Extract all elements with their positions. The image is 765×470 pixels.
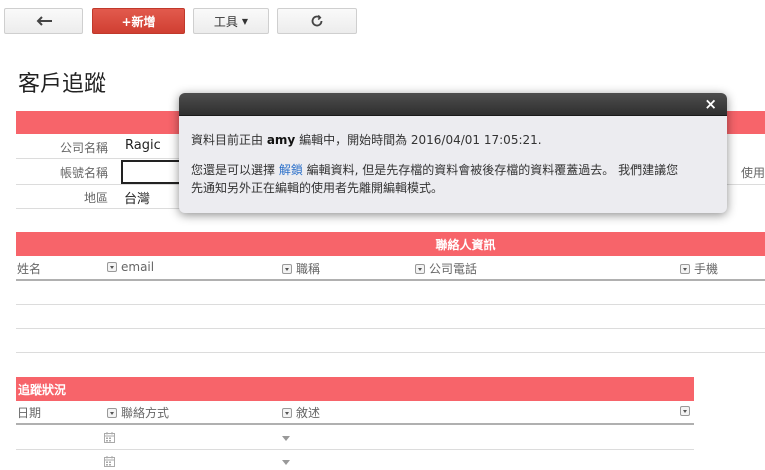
tracking-col-desc[interactable]: 敘述 (282, 404, 320, 421)
col-label: 職稱 (296, 262, 321, 276)
tracking-col-extra[interactable] (680, 405, 694, 419)
contacts-row[interactable] (16, 352, 765, 353)
col-label: 手機 (694, 262, 719, 276)
tracking-col-method[interactable]: 聯絡方式 (107, 404, 169, 421)
col-label: 公司電話 (429, 262, 478, 276)
contact-col-mobile[interactable]: 手機 (680, 260, 718, 277)
column-menu-icon[interactable] (107, 407, 117, 418)
column-menu-icon[interactable] (107, 262, 117, 272)
col-label: email (121, 260, 155, 274)
contact-col-name: 姓名 (17, 260, 41, 277)
column-menu-icon[interactable] (415, 263, 425, 274)
contacts-header-divider (16, 279, 765, 281)
calendar-icon[interactable] (104, 456, 115, 470)
contact-col-phone[interactable]: 公司電話 (415, 260, 477, 277)
message-text: 編輯資料, 但是先存檔的資料會被後存檔的資料覆蓋過去。 我們建議您 (302, 163, 679, 177)
contacts-section-title: 聯絡人資訊 (435, 237, 496, 252)
company-name-value[interactable]: Ragic (125, 138, 161, 153)
col-label: 姓名 (17, 262, 42, 276)
contact-col-title[interactable]: 職稱 (282, 260, 320, 277)
col-label: 聯絡方式 (121, 406, 170, 420)
contacts-section-header: 聯絡人資訊 (16, 232, 765, 256)
refresh-icon (311, 14, 323, 27)
record-lock-dialog: × 資料目前正由 amy 編輯中，開始時間為 2016/04/01 17:05:… (179, 93, 727, 213)
message-text: 編輯中，開始時間為 2016/04/01 17:05:21. (295, 133, 542, 147)
tracking-row[interactable] (16, 449, 694, 450)
editing-user-name: amy (266, 133, 296, 147)
dropdown-arrow-icon[interactable] (282, 436, 290, 441)
region-label: 地區 (83, 191, 108, 205)
unlock-link[interactable]: 解鎖 (279, 163, 303, 177)
account-name-input[interactable] (121, 160, 183, 184)
message-text: 您還是可以選擇 (191, 163, 279, 177)
new-record-button[interactable]: +新增 (92, 8, 185, 34)
tracking-col-date: 日期 (17, 404, 41, 421)
contact-col-email[interactable]: email (107, 260, 154, 274)
account-name-label: 帳號名稱 (59, 166, 108, 180)
tracking-section-title: 追蹤狀況 (18, 382, 67, 397)
row-divider (16, 158, 186, 159)
contacts-row[interactable] (16, 304, 765, 305)
refresh-button[interactable] (277, 8, 357, 34)
new-record-label: +新增 (121, 14, 156, 29)
dialog-titlebar: × (179, 93, 727, 116)
dropdown-arrow-icon[interactable] (282, 460, 290, 465)
unlock-advice-message: 您還是可以選擇 解鎖 編輯資料, 但是先存檔的資料會被後存檔的資料覆蓋過去。 我… (191, 161, 715, 179)
tracking-header-divider (16, 423, 694, 425)
tools-label: 工具 (213, 14, 238, 29)
region-value[interactable]: 台灣 (124, 188, 150, 207)
column-menu-icon[interactable] (282, 407, 292, 418)
column-menu-icon[interactable] (282, 263, 292, 274)
col-label: 日期 (17, 406, 42, 420)
company-name-label: 公司名稱 (59, 141, 108, 155)
close-icon[interactable]: × (704, 96, 717, 112)
column-menu-icon[interactable] (680, 263, 690, 274)
back-button[interactable] (4, 8, 83, 34)
col-label: 敘述 (296, 406, 321, 420)
tools-menu-button[interactable]: 工具 ▼ (193, 8, 269, 34)
message-text: 先通知另外正在編輯的使用者先離開編輯模式。 (191, 181, 444, 195)
calendar-icon[interactable] (104, 432, 115, 446)
row-divider (16, 208, 186, 209)
lock-status-message: 資料目前正由 amy 編輯中，開始時間為 2016/04/01 17:05:21… (191, 131, 715, 149)
page-title: 客戶追蹤 (18, 72, 107, 97)
tracking-section-header: 追蹤狀況 (16, 377, 694, 401)
row-divider (727, 184, 765, 185)
dialog-body: 資料目前正由 amy 編輯中，開始時間為 2016/04/01 17:05:21… (179, 116, 727, 212)
message-text: 資料目前正由 (191, 133, 267, 147)
contacts-row[interactable] (16, 328, 765, 329)
row-divider (16, 184, 186, 185)
arrow-left-icon (36, 16, 52, 26)
column-menu-icon[interactable] (680, 406, 690, 416)
caret-down-icon: ▼ (241, 16, 249, 26)
